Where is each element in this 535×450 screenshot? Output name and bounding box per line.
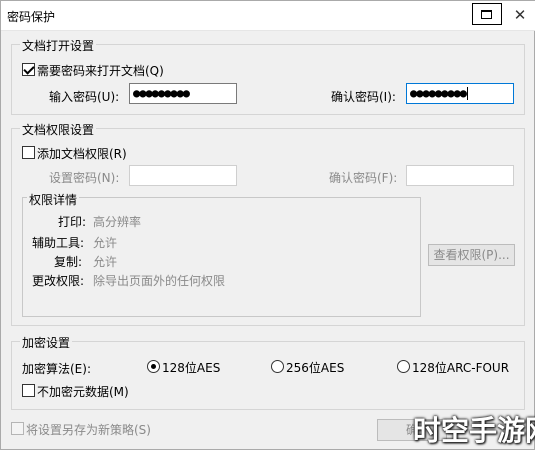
permission-value-copy: 允许 bbox=[93, 255, 118, 269]
password-protection-dialog: 密码保护 ✕ 文档打开设置 需要密码来打开文档(Q) 输入密码(U): ●●●●… bbox=[0, 0, 535, 450]
permission-settings-title: 文档权限设置 bbox=[20, 121, 97, 138]
permission-confirm-label: 确认密码(F): bbox=[329, 171, 398, 185]
permission-value-accessibility: 允许 bbox=[93, 236, 118, 250]
set-password-label: 设置密码(N): bbox=[49, 171, 120, 185]
permission-key-print: 打印: bbox=[58, 215, 87, 229]
close-button[interactable]: ✕ bbox=[506, 5, 534, 25]
algorithm-label: 加密算法(E): bbox=[22, 362, 91, 376]
title-bar: 密码保护 ✕ bbox=[1, 1, 535, 31]
permission-key-accessibility: 辅助工具: bbox=[32, 236, 85, 250]
text-caret bbox=[467, 87, 469, 100]
aes256-label[interactable]: 256位AES bbox=[286, 359, 344, 376]
require-password-label[interactable]: 需要密码来打开文档(Q) bbox=[37, 62, 164, 79]
close-icon: ✕ bbox=[513, 6, 527, 24]
add-permission-label[interactable]: 添加文档权限(R) bbox=[37, 145, 127, 162]
view-permission-label: 查看权限(P)... bbox=[433, 248, 510, 262]
confirm-password-label: 确认密码(I): bbox=[331, 90, 396, 104]
restore-icon bbox=[481, 10, 492, 19]
aes128-label[interactable]: 128位AES bbox=[162, 359, 220, 376]
view-permission-button[interactable]: 查看权限(P)... bbox=[428, 244, 515, 266]
permission-confirm-field[interactable] bbox=[406, 165, 514, 186]
permission-details-title: 权限详情 bbox=[27, 191, 80, 208]
no-metadata-checkbox[interactable] bbox=[22, 384, 35, 397]
set-password-field[interactable] bbox=[129, 165, 237, 186]
no-metadata-label[interactable]: 不加密元数据(M) bbox=[37, 383, 129, 400]
require-password-checkbox[interactable] bbox=[22, 63, 35, 76]
password-label: 输入密码(U): bbox=[49, 90, 120, 104]
save-policy-label[interactable]: 将设置另存为新策略(S) bbox=[26, 421, 151, 438]
radio-aes128[interactable] bbox=[147, 360, 160, 373]
arcfour128-label[interactable]: 128位ARC-FOUR bbox=[412, 359, 509, 376]
radio-aes256[interactable] bbox=[271, 360, 284, 373]
confirm-password-value: ●●●●●●●●● bbox=[410, 86, 467, 100]
window-title: 密码保护 bbox=[7, 10, 56, 24]
permission-value-change: 除导出页面外的任何权限 bbox=[93, 274, 226, 288]
permission-key-copy: 复制: bbox=[54, 255, 83, 269]
open-settings-title: 文档打开设置 bbox=[20, 37, 97, 54]
restore-window-button[interactable] bbox=[472, 3, 502, 25]
add-permission-checkbox[interactable] bbox=[22, 146, 35, 159]
password-field[interactable]: ●●●●●●●●● bbox=[129, 83, 237, 104]
watermark-logo: 时空手游网 bbox=[413, 414, 535, 447]
encryption-title: 加密设置 bbox=[20, 334, 73, 351]
radio-arcfour128[interactable] bbox=[397, 360, 410, 373]
password-value: ●●●●●●●●● bbox=[133, 86, 190, 100]
permission-key-change: 更改权限: bbox=[32, 274, 85, 288]
confirm-password-field[interactable]: ●●●●●●●●● bbox=[406, 83, 514, 104]
permission-value-print: 高分辨率 bbox=[93, 215, 142, 229]
save-policy-checkbox[interactable] bbox=[11, 422, 24, 435]
